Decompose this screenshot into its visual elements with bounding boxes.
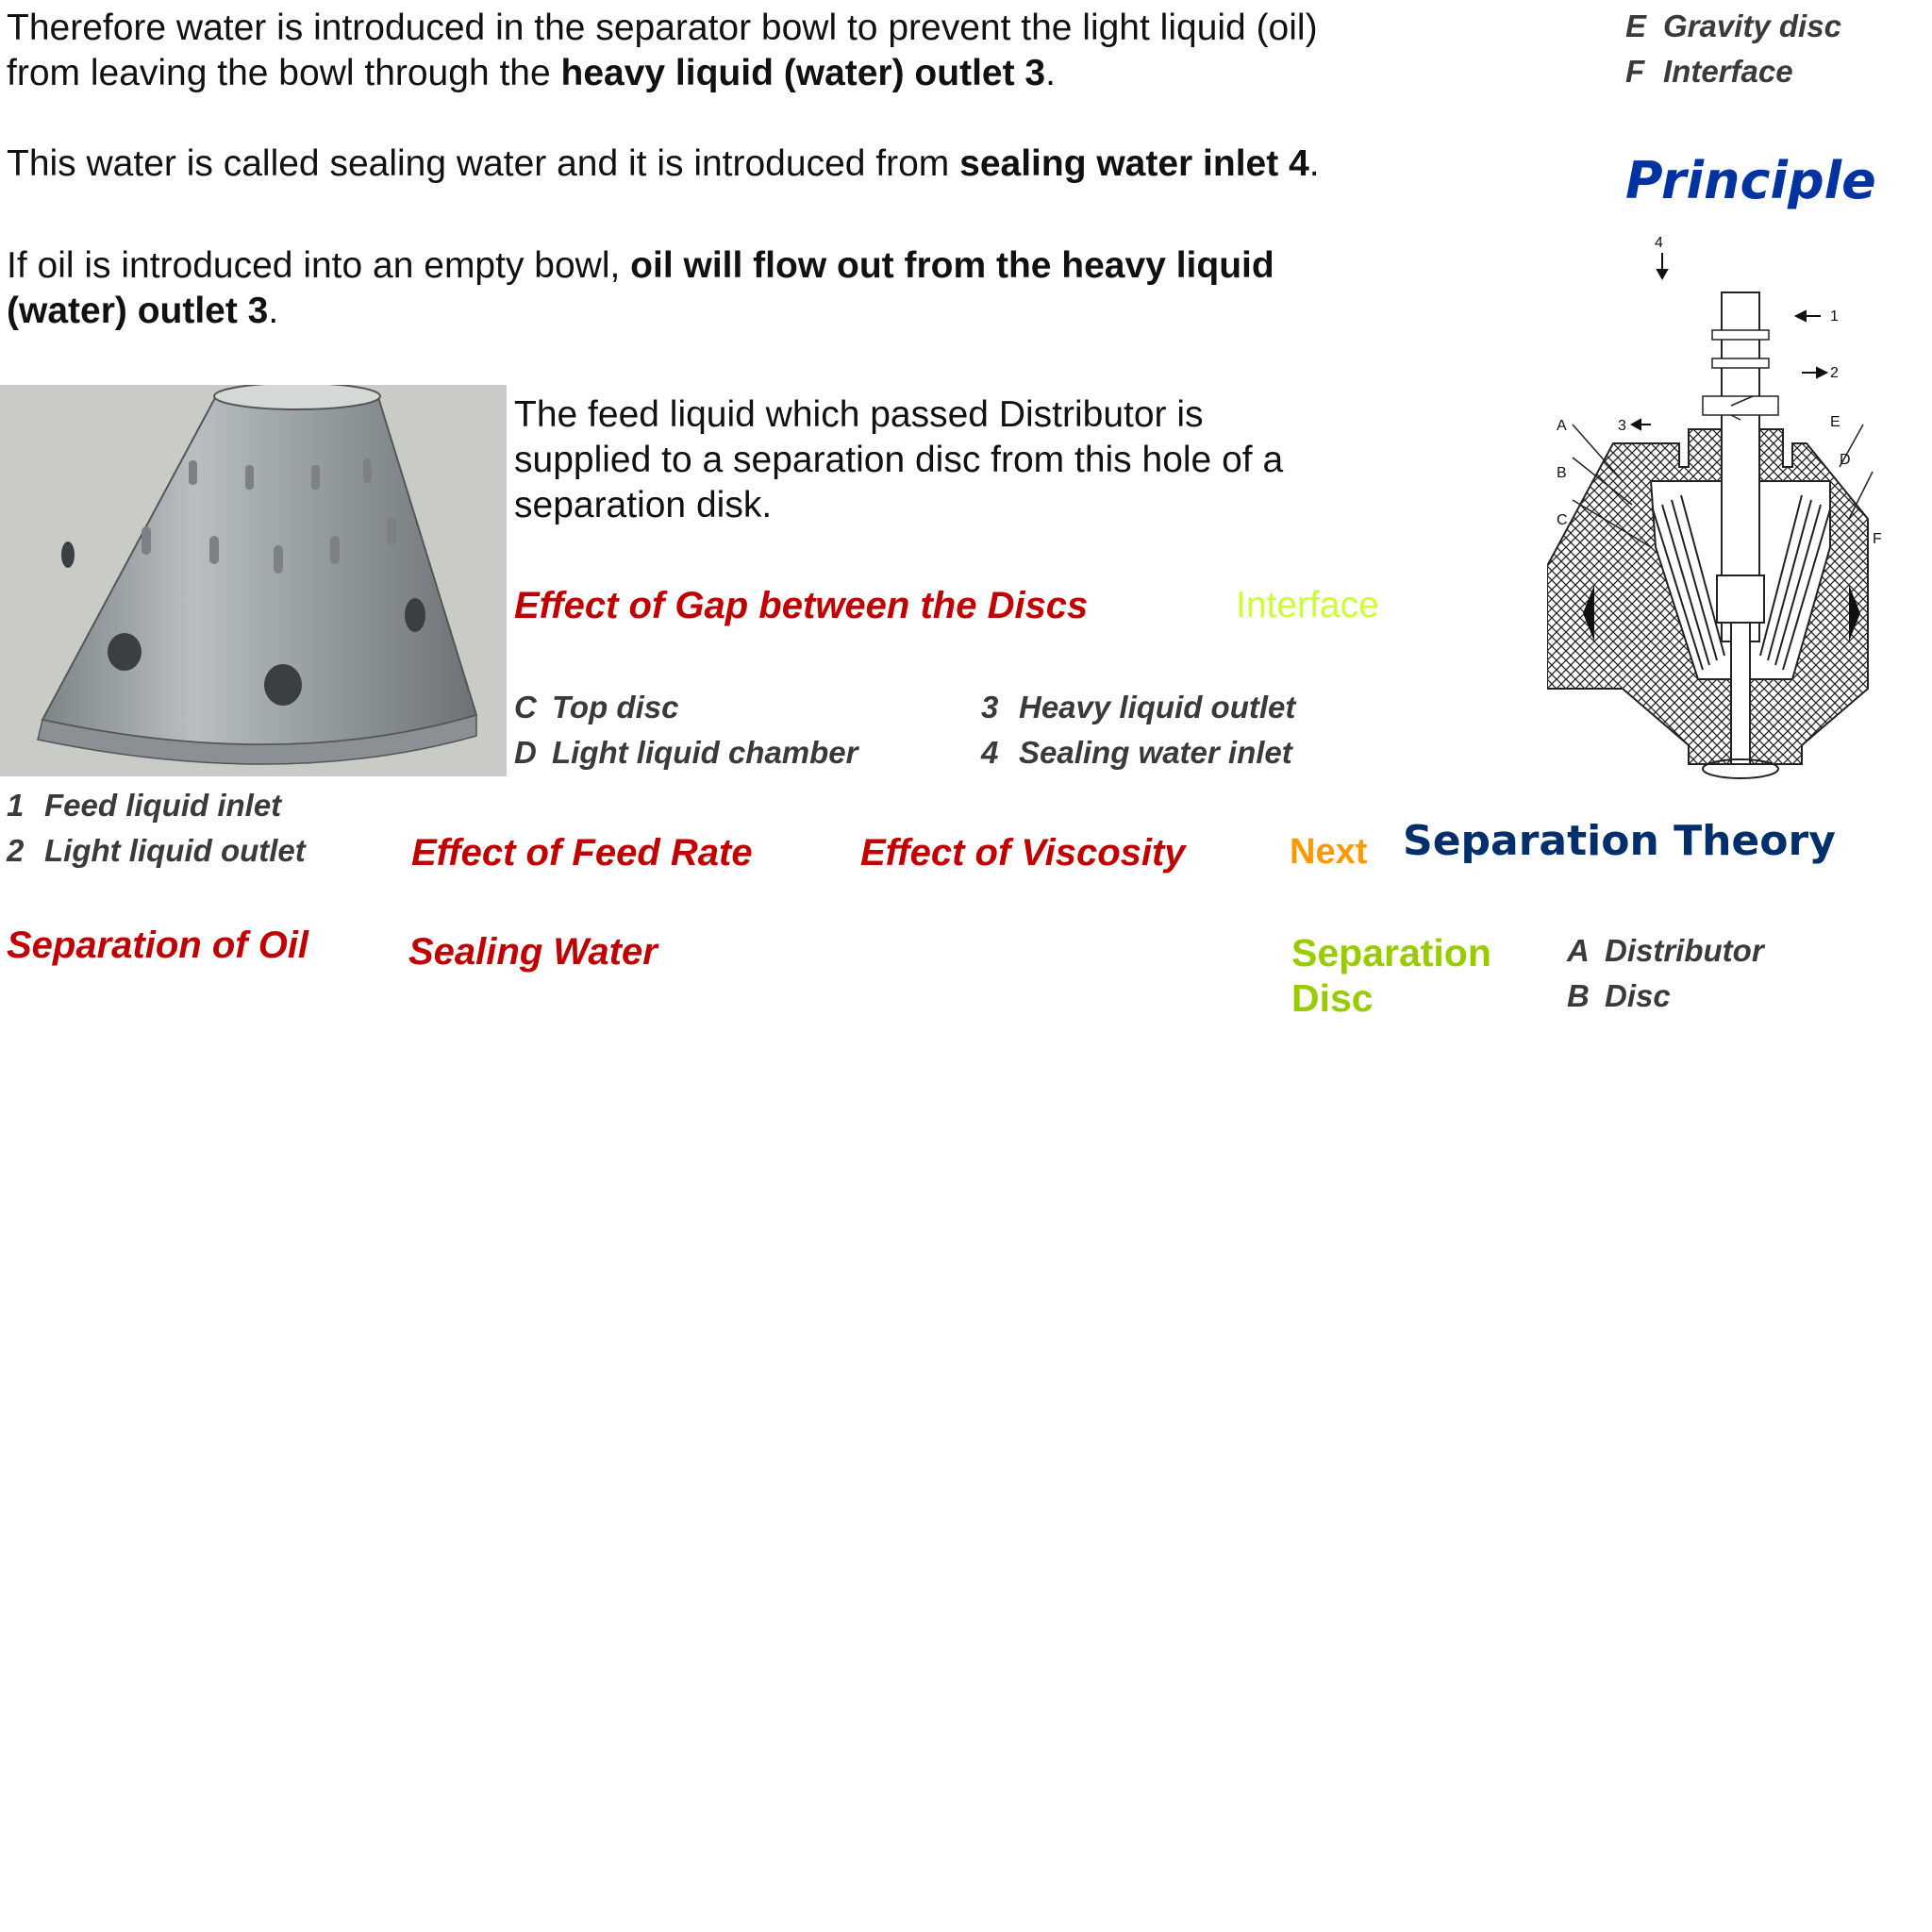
distributor-base (1716, 575, 1765, 624)
link-next[interactable]: Next (1290, 832, 1367, 873)
diagram-label-c: C (1557, 512, 1568, 528)
separation-disc-photo (0, 385, 507, 776)
link-sealing-water[interactable]: Sealing Water (408, 931, 658, 974)
legend-item-f: F Interface (1625, 49, 1793, 94)
diagram-label-d: D (1840, 452, 1851, 468)
legend-item-e: E Gravity disc (1625, 4, 1841, 49)
bold-text-run: (water) outlet 3 (7, 291, 269, 331)
legend-code: 2 (7, 833, 25, 868)
bold-text-run: sealing water inlet 4 (959, 143, 1309, 184)
legend-label: Interface (1663, 54, 1793, 89)
bold-text-run: heavy liquid (water) outlet 3 (560, 53, 1046, 93)
link-effect-of-feed-rate[interactable]: Effect of Feed Rate (411, 832, 753, 874)
legend-item-b: B Disc (1567, 974, 1671, 1019)
diagram-label-a: A (1557, 418, 1567, 434)
legend-code: 3 (981, 690, 999, 724)
link-text-line: Disc (1291, 976, 1374, 1020)
pipe-collar (1711, 358, 1770, 369)
paragraph-line: from leaving the bowl through the heavy … (7, 51, 1318, 96)
link-separation-theory[interactable]: Separation Theory (1403, 817, 1836, 865)
text-run: If oil is introduced into an empty bowl, (7, 245, 631, 286)
legend-code: 4 (981, 735, 999, 770)
paragraph-line: separation disk. (514, 485, 773, 525)
pipe-collar (1702, 395, 1779, 416)
diagram-label-2: 2 (1830, 365, 1839, 381)
text-run: from leaving the bowl through the (7, 53, 561, 93)
disc-illustration (37, 385, 478, 765)
legend-code: 1 (7, 788, 25, 823)
diagram-label-4: 4 (1655, 236, 1663, 251)
legend-label: Light liquid chamber (552, 735, 858, 770)
paragraph-line: If oil is introduced into an empty bowl,… (7, 243, 1274, 289)
legend-code: B (1567, 978, 1590, 1013)
paragraph-line: (water) outlet 3. (7, 289, 1274, 334)
disc-top-opening (213, 385, 381, 410)
principle-heading: Principle (1625, 151, 1876, 210)
legend-item-a: A Distributor (1567, 928, 1764, 974)
text-run: . (1308, 143, 1320, 184)
paragraph-sealing-water-inlet: This water is called sealing water and i… (7, 142, 1320, 187)
text-run: . (1045, 53, 1056, 93)
paragraph-feed-liquid: The feed liquid which passed Distributor… (514, 392, 1283, 528)
paragraph-line: The feed liquid which passed Distributor… (514, 394, 1204, 435)
diagram-label-f: F (1873, 531, 1882, 547)
legend-item-3: 3 Heavy liquid outlet (981, 685, 1295, 730)
diagram-label-b: B (1557, 465, 1567, 481)
legend-item-c: C Top disc (514, 685, 678, 730)
link-effect-of-viscosity[interactable]: Effect of Viscosity (860, 832, 1186, 874)
legend-item-1: 1 Feed liquid inlet (7, 783, 281, 828)
legend-item-2: 2 Light liquid outlet (7, 828, 306, 874)
diagram-label-e: E (1830, 414, 1840, 430)
legend-label: Gravity disc (1663, 8, 1841, 43)
legend-code: E (1625, 8, 1647, 43)
spindle (1730, 622, 1751, 765)
legend-label: Heavy liquid outlet (1019, 690, 1296, 724)
paragraph-line: supplied to a separation disc from this … (514, 440, 1284, 480)
diagram-label-1: 1 (1830, 308, 1839, 325)
link-interface[interactable]: Interface (1236, 585, 1379, 626)
legend-item-d: D Light liquid chamber (514, 730, 858, 775)
text-run: This water is called sealing water and i… (7, 143, 960, 184)
disc-cone (41, 393, 478, 746)
legend-item-4: 4 Sealing water inlet (981, 730, 1292, 775)
paragraph-sealing-water-purpose: Therefore water is introduced in the sep… (7, 6, 1318, 96)
legend-label: Top disc (552, 690, 679, 724)
pipe-collar (1711, 329, 1770, 341)
legend-code: C (514, 690, 537, 724)
legend-code: D (514, 735, 537, 770)
paragraph-line: Therefore water is introduced in the sep… (7, 8, 1318, 48)
legend-code: A (1567, 933, 1590, 968)
legend-code: F (1625, 54, 1645, 89)
legend-label: Sealing water inlet (1019, 735, 1292, 770)
bold-text-run: oil will flow out from the heavy liquid (630, 245, 1274, 286)
link-separation-disc[interactable]: Separation Disc (1291, 930, 1491, 1021)
separator-diagram: 4 1 2 3 A B C D E F (1547, 236, 1882, 779)
link-effect-of-gap[interactable]: Effect of Gap between the Discs (514, 585, 1088, 627)
diagram-label-3: 3 (1618, 418, 1626, 434)
legend-label: Feed liquid inlet (44, 788, 282, 823)
legend-label: Light liquid outlet (44, 833, 306, 868)
link-text-line: Separation (1291, 931, 1491, 974)
link-separation-of-oil[interactable]: Separation of Oil (7, 924, 308, 967)
text-run: . (268, 291, 279, 331)
paragraph-empty-bowl: If oil is introduced into an empty bowl,… (7, 243, 1274, 334)
legend-label: Disc (1605, 978, 1671, 1013)
legend-label: Distributor (1605, 933, 1764, 968)
